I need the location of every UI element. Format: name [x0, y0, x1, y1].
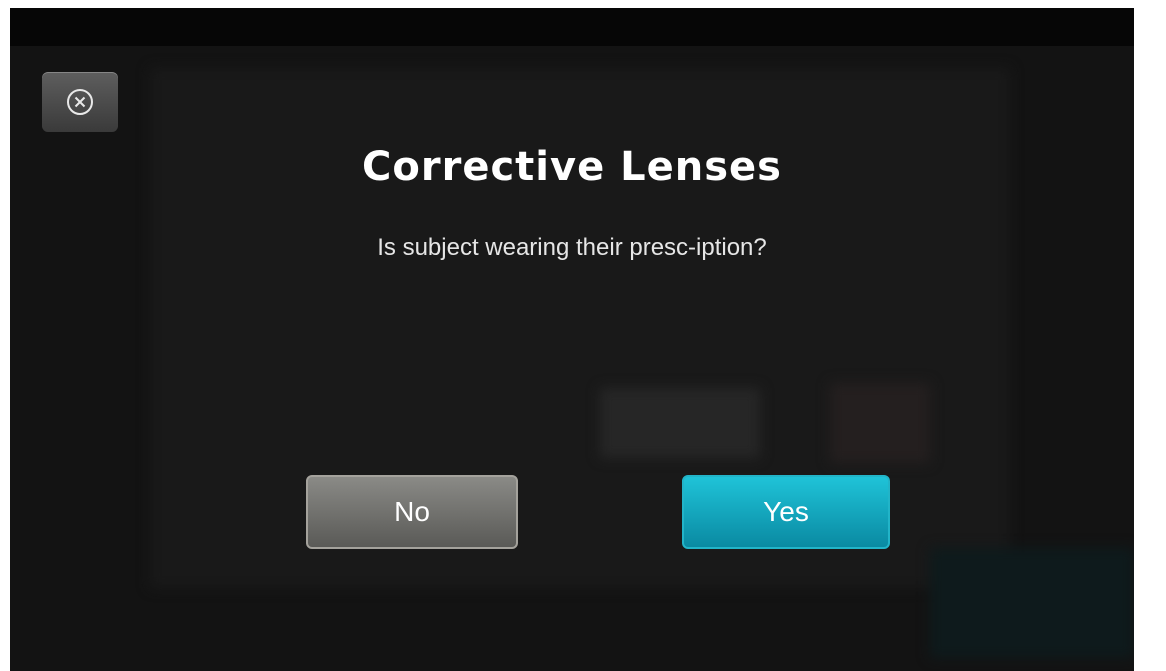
close-button[interactable] [42, 72, 118, 132]
close-circle-icon [67, 89, 93, 115]
background-panel [930, 548, 1134, 658]
background-panel [600, 388, 760, 458]
app-screen: Corrective Lenses Is subject wearing the… [10, 8, 1134, 671]
yes-button[interactable]: Yes [682, 475, 890, 549]
dialog-title: Corrective Lenses [362, 144, 782, 190]
dialog-question: Is subject wearing their presc-iption? [377, 234, 767, 261]
no-button[interactable]: No [306, 475, 518, 549]
background-panel [830, 383, 930, 463]
top-bar [10, 8, 1134, 46]
